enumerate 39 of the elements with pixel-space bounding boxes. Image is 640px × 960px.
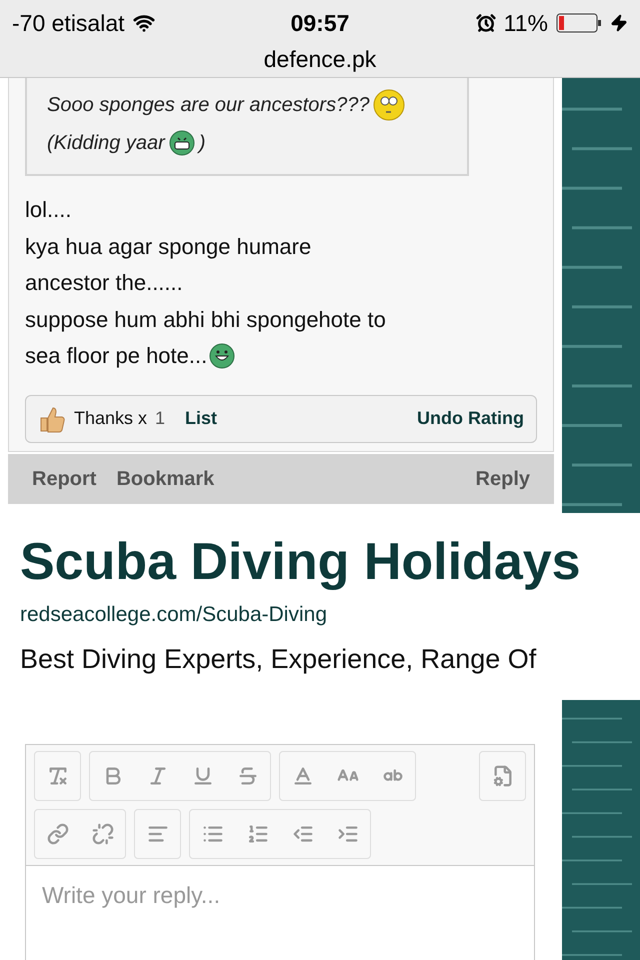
thanks-count: 1: [155, 407, 166, 430]
quote-text: (Kidding yaar: [47, 131, 165, 156]
post-text: lol....: [25, 196, 72, 224]
ad-description: Best Diving Experts, Experience, Range Of: [20, 642, 538, 676]
post-text: sea floor pe hote...: [25, 342, 208, 370]
unlink-icon: [92, 823, 114, 845]
grin-icon: [168, 130, 195, 156]
page-url[interactable]: defence.pk: [264, 42, 376, 76]
thumbs-up-icon: [38, 404, 66, 432]
post-action-link[interactable]: Bookmark: [116, 464, 214, 494]
document-gear-icon: [492, 765, 514, 787]
numbered-list-icon: [246, 823, 268, 845]
reply-field[interactable]: Write your reply...: [25, 866, 535, 960]
ad-title[interactable]: Scuba Diving Holidays: [20, 533, 620, 591]
smiley-icon: [373, 89, 406, 121]
underline-icon: [192, 765, 214, 787]
quote-text: ): [198, 131, 206, 156]
clock: 09:57: [290, 8, 350, 38]
ad-url[interactable]: redseacollege.com/Scuba-Diving: [20, 599, 620, 630]
list-link[interactable]: List: [185, 405, 218, 432]
post-action-link[interactable]: Report: [32, 464, 96, 494]
wifi-icon: [132, 12, 155, 34]
link-icon: [46, 823, 68, 845]
thanks-label: Thanks x: [74, 407, 148, 430]
post-text: kya hua agar sponge humare: [25, 232, 312, 261]
battery-icon: [556, 13, 602, 33]
clear-format-icon: [46, 765, 68, 787]
battery-percent: 11%: [504, 8, 548, 38]
carrier-label: -70 etisalat: [12, 8, 125, 38]
alarm-icon: [476, 13, 496, 33]
text-color-icon: [292, 765, 314, 787]
undo-rating-link[interactable]: Undo Rating: [417, 405, 524, 432]
reply-link[interactable]: Reply: [476, 464, 530, 494]
post-text: suppose hum abhi bhi spongehote to: [25, 306, 386, 334]
quote-text: Sooo sponges are our ancestors???: [47, 93, 370, 118]
charging-icon: [610, 14, 628, 32]
smiley-icon: [209, 343, 236, 370]
strikethrough-icon: [236, 765, 258, 787]
post-text: ancestor the......: [25, 269, 183, 297]
